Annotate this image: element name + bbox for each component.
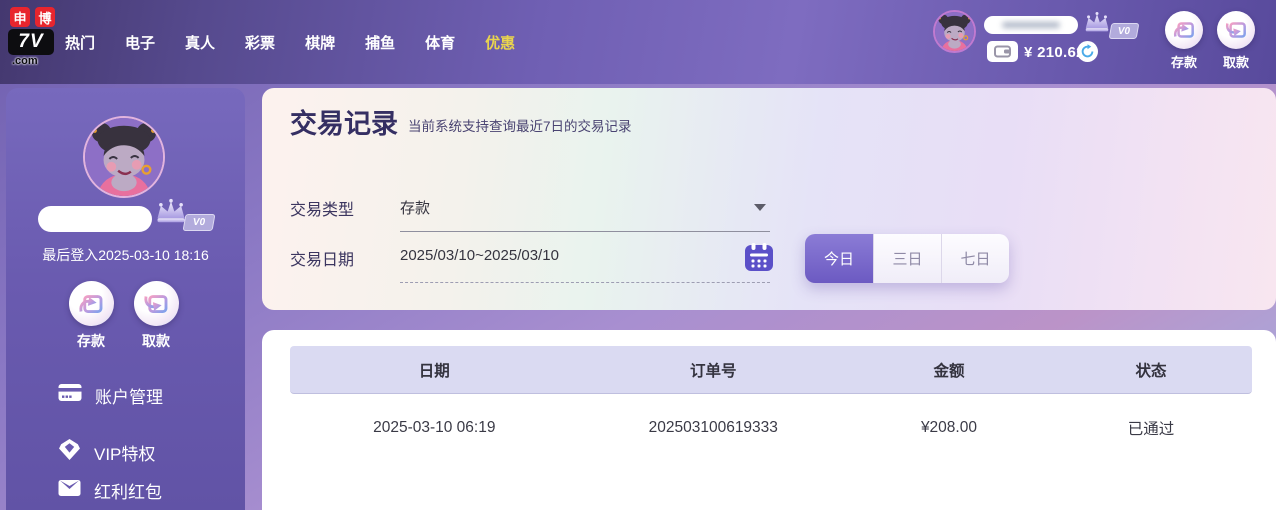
row-status: 已通过 [1127, 421, 1175, 438]
nav-item-hot[interactable]: 热门 [65, 32, 95, 53]
balance-currency: ¥ [1024, 44, 1033, 61]
sidebar-deposit-label: 存款 [77, 333, 105, 349]
table-row: 2025-03-10 06:19 202503100619333 ¥208.00… [290, 394, 1252, 462]
date-range-segment: 今日 三日 七日 [805, 234, 1009, 283]
sidebar-withdraw-label: 取款 [142, 333, 170, 349]
gem-icon [58, 438, 81, 466]
nav-item-lottery[interactable]: 彩票 [245, 32, 275, 53]
sidebar-item-label: 账户管理 [95, 387, 163, 407]
sidebar: V0 最后登入2025-03-10 18:16 存款 取款 账户管理 VIP特权… [6, 88, 245, 510]
envelope-icon [58, 479, 81, 502]
bank-card-icon [58, 383, 82, 407]
transaction-type-select[interactable]: 存款 [400, 197, 430, 218]
nav-item-slots[interactable]: 电子 [125, 32, 155, 53]
sidebar-item-vip[interactable]: VIP特权 [58, 438, 155, 466]
type-underline [400, 231, 770, 232]
range-today-button[interactable]: 今日 [805, 234, 873, 283]
nav-item-fishing[interactable]: 捕鱼 [365, 32, 395, 53]
refresh-balance-icon[interactable] [1077, 41, 1098, 62]
range-seven-days-button[interactable]: 七日 [941, 234, 1009, 283]
transaction-type-label: 交易类型 [290, 202, 355, 219]
sidebar-item-account[interactable]: 账户管理 [58, 381, 163, 409]
sidebar-withdraw-icon [133, 281, 179, 326]
brand-badge-right: 博 [35, 7, 55, 27]
page-title: 交易记录 [290, 109, 398, 139]
vip-level-badge: V0 [1108, 23, 1140, 39]
brand-badge-left: 申 [10, 7, 30, 27]
row-order-no: 202503100619333 [648, 419, 778, 436]
filter-panel: 交易记录 当前系统支持查询最近7日的交易记录 交易类型 存款 交易日期 2025… [262, 88, 1276, 310]
column-header-amount: 金额 [933, 362, 965, 380]
transaction-date-input[interactable]: 2025/03/10~2025/03/10 [400, 247, 559, 264]
sidebar-item-label: VIP特权 [94, 444, 156, 464]
transaction-records-page: 申 博 7V .com 热门 电子 真人 彩票 棋牌 捕鱼 体育 优惠 V0 ¥… [0, 0, 1276, 510]
withdraw-label: 取款 [1222, 55, 1249, 70]
page-subtitle: 当前系统支持查询最近7日的交易记录 [408, 119, 632, 134]
deposit-label: 存款 [1170, 55, 1197, 70]
brand-logo[interactable]: 申 博 7V .com [8, 7, 60, 73]
table-header-row: 日期 订单号 金额 状态 [290, 346, 1252, 394]
deposit-button[interactable]: 存款 [1162, 11, 1206, 71]
withdraw-button[interactable]: 取款 [1214, 11, 1258, 71]
deposit-icon [1165, 11, 1203, 49]
transaction-date-label: 交易日期 [290, 252, 355, 269]
top-navigation-bar: 申 博 7V .com 热门 电子 真人 彩票 棋牌 捕鱼 体育 优惠 V0 ¥… [0, 0, 1276, 84]
range-three-days-button[interactable]: 三日 [873, 234, 941, 283]
title-row: 交易记录 当前系统支持查询最近7日的交易记录 [290, 108, 632, 140]
records-table-panel: 日期 订单号 金额 状态 2025-03-10 06:19 2025031006… [262, 330, 1276, 510]
column-header-order: 订单号 [690, 362, 737, 380]
brand-tld: .com [12, 55, 38, 67]
main-nav: 热门 电子 真人 彩票 棋牌 捕鱼 体育 优惠 [65, 0, 515, 84]
wallet-icon [987, 41, 1018, 62]
column-header-status: 状态 [1135, 362, 1167, 380]
date-underline [400, 282, 770, 283]
nav-item-promo[interactable]: 优惠 [485, 32, 515, 53]
brand-name: 7V [8, 29, 54, 55]
sidebar-item-bonus[interactable]: 红利红包 [58, 476, 162, 504]
sidebar-username-masked [38, 206, 152, 232]
nav-item-sports[interactable]: 体育 [425, 32, 455, 53]
last-login-text: 最后登入2025-03-10 18:16 [42, 247, 209, 263]
withdraw-icon [1217, 11, 1255, 49]
row-date: 2025-03-10 06:19 [373, 419, 496, 436]
sidebar-withdraw-button[interactable]: 取款 [126, 281, 186, 351]
row-amount: ¥208.00 [920, 419, 977, 436]
column-header-date: 日期 [418, 362, 450, 380]
sidebar-item-label: 红利红包 [94, 482, 162, 502]
nav-item-live[interactable]: 真人 [185, 32, 215, 53]
sidebar-deposit-button[interactable]: 存款 [61, 281, 121, 351]
sidebar-vip-level-badge: V0 [182, 214, 216, 231]
calendar-icon[interactable] [745, 243, 773, 271]
chevron-down-icon[interactable] [754, 204, 766, 211]
sidebar-deposit-icon [68, 281, 114, 326]
nav-item-cards[interactable]: 棋牌 [305, 32, 335, 53]
sidebar-avatar [83, 116, 165, 198]
balance-display: ¥ 210.62 [1024, 44, 1085, 61]
username-masked [984, 16, 1078, 34]
user-avatar[interactable] [933, 10, 976, 53]
crown-icon [1082, 11, 1112, 39]
